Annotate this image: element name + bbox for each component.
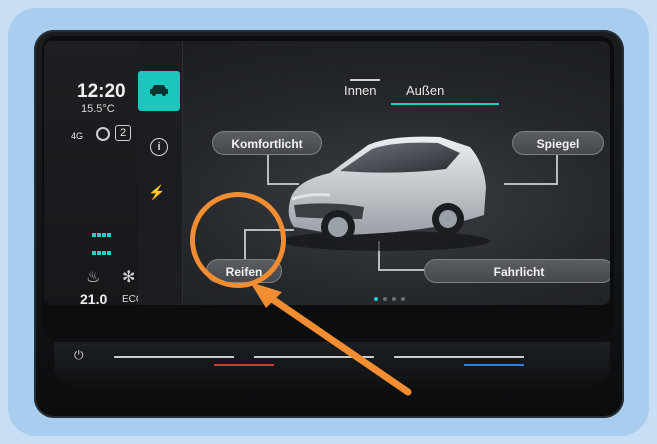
highlight-arrow [250,282,412,396]
